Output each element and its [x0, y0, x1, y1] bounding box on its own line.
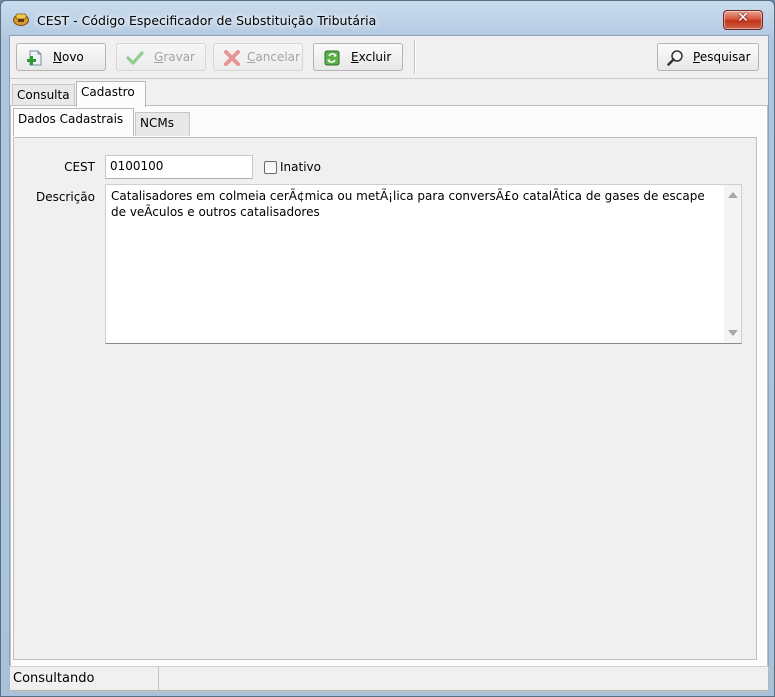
inativo-label: Inativo [280, 160, 321, 174]
pesquisar-label: Pesquisar [693, 50, 751, 64]
subtab-dados-cadastrais[interactable]: Dados Cadastrais [13, 108, 134, 136]
pesquisar-button[interactable]: Pesquisar [657, 43, 759, 71]
cancelar-label: Cancelar [247, 50, 300, 64]
main-tabs: Consulta Cadastro Dados Cadastrais NCMs … [10, 79, 768, 692]
cancel-x-icon [224, 50, 240, 66]
cest-input[interactable]: 0100100 [105, 155, 253, 179]
novo-button[interactable]: Novo [16, 43, 106, 71]
novo-label: Novo [53, 50, 84, 64]
recycle-icon [324, 50, 340, 66]
inativo-checkbox[interactable] [264, 161, 277, 174]
gravar-button[interactable]: Gravar [116, 43, 206, 71]
client-area: Novo Gravar Cancelar Excluir Pesquisar C… [9, 35, 769, 692]
cest-label: CEST [64, 160, 95, 174]
close-icon: ✕ [737, 10, 749, 26]
add-document-icon [27, 50, 42, 66]
cadastro-page: Dados Cadastrais NCMs CEST 0100100 Inati… [10, 105, 768, 692]
toolbar-separator [414, 40, 416, 74]
descricao-text: Catalisadores em colmeia cerÃ¢mica ou me… [111, 189, 705, 219]
scroll-up-arrow-icon[interactable] [728, 192, 738, 198]
window-title: CEST - Código Especificador de Substitui… [37, 13, 377, 28]
magnifier-icon [667, 50, 683, 66]
cancelar-button[interactable]: Cancelar [213, 43, 303, 71]
app-icon [13, 13, 29, 26]
dados-cadastrais-panel: CEST 0100100 Inativo Descrição Catalisad… [13, 137, 757, 660]
excluir-button[interactable]: Excluir [313, 43, 403, 71]
status-bar: Consultando [9, 666, 769, 691]
checkmark-icon [126, 51, 144, 65]
tab-consulta[interactable]: Consulta [12, 84, 75, 106]
title-bar[interactable]: CEST - Código Especificador de Substitui… [1, 1, 774, 35]
gravar-label: Gravar [154, 50, 195, 64]
status-text: Consultando [13, 671, 95, 686]
status-panel: Consultando [10, 667, 159, 690]
main-window: CEST - Código Especificador de Substitui… [0, 0, 775, 697]
scroll-down-arrow-icon[interactable] [728, 330, 738, 336]
subtab-ncms[interactable]: NCMs [135, 112, 190, 136]
descricao-textarea[interactable]: Catalisadores em colmeia cerÃ¢mica ou me… [105, 184, 742, 344]
excluir-label: Excluir [351, 50, 392, 64]
descricao-scrollbar[interactable] [724, 185, 741, 343]
tab-cadastro[interactable]: Cadastro [76, 81, 146, 107]
close-button[interactable]: ✕ [723, 10, 763, 30]
toolbar: Novo Gravar Cancelar Excluir Pesquisar [10, 36, 768, 79]
descricao-label: Descrição [35, 190, 95, 204]
